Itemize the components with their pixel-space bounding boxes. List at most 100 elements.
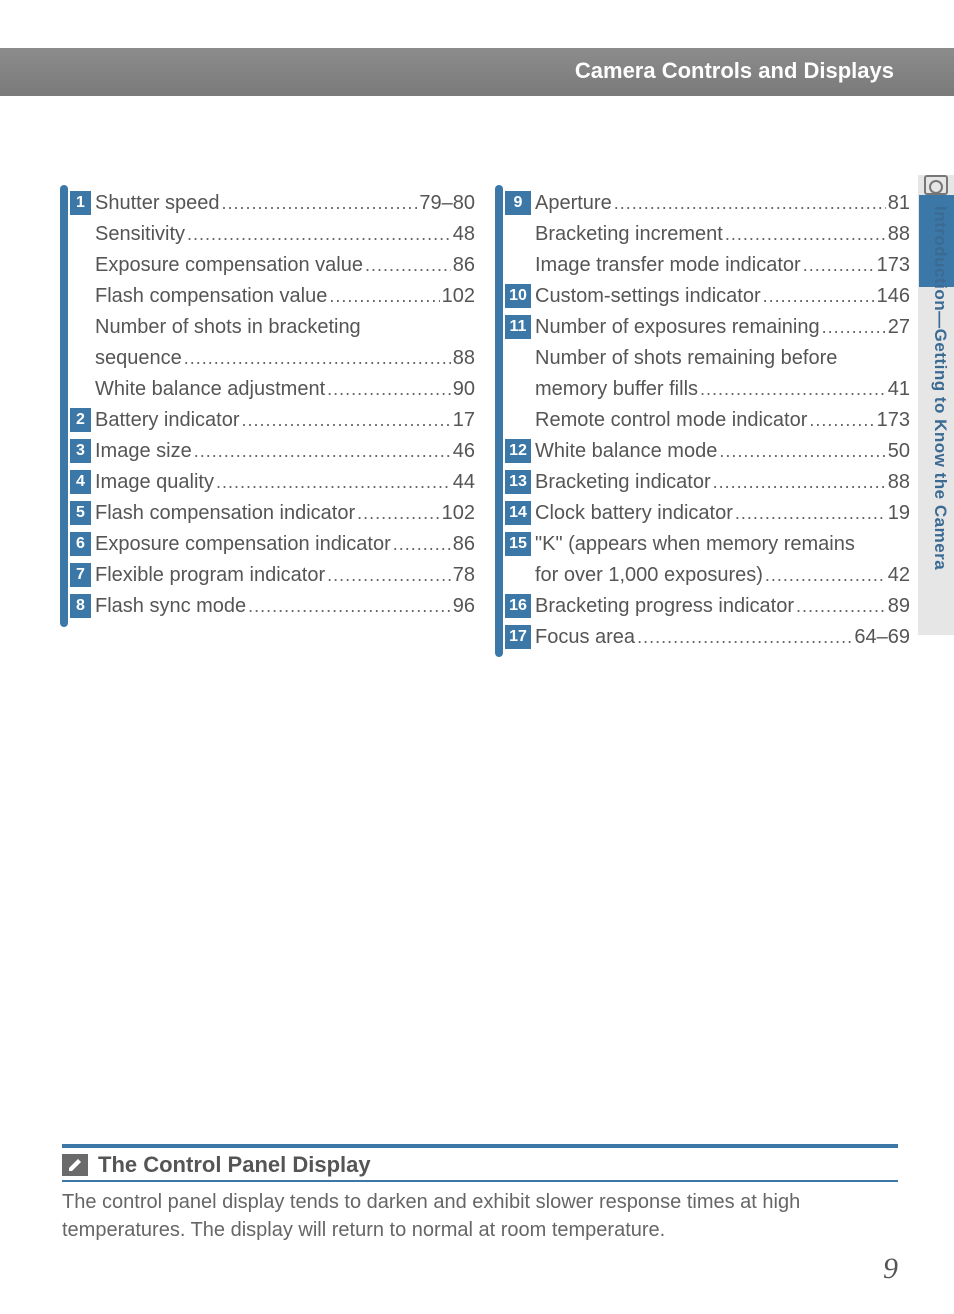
- entry-line: Remote control mode indicator 173: [535, 405, 910, 435]
- pencil-icon: [62, 1154, 88, 1176]
- entry-label: memory buffer fills: [535, 374, 698, 404]
- entry-page: 173: [875, 405, 910, 435]
- entry-leader-dots: [801, 250, 875, 280]
- entry-number: 5: [70, 501, 91, 525]
- entry-leader-dots: [325, 560, 451, 590]
- entry-label: Image transfer mode indicator: [535, 250, 801, 280]
- entry-number: 7: [70, 563, 91, 587]
- entry-leader-dots: [763, 560, 886, 590]
- toc-entry: 12White balance mode50: [505, 436, 910, 466]
- toc-entry: 14Clock battery indicator19: [505, 498, 910, 528]
- entry-leader-dots: [711, 467, 886, 497]
- entry-label: Image quality: [95, 467, 214, 497]
- entry-label: Flash compensation value: [95, 281, 327, 311]
- entry-leader-dots: [717, 436, 885, 466]
- entry-label: Flexible program indicator: [95, 560, 325, 590]
- toc-entry: for over 1,000 exposures)42: [505, 560, 910, 590]
- toc-entry: 16Bracketing progress indicator89: [505, 591, 910, 621]
- toc-left-column: 1Shutter speed79–80Sensitivity48Exposure…: [70, 188, 475, 653]
- toc-entry: Exposure compensation value86: [70, 250, 475, 280]
- entry-line: White balance adjustment 90: [95, 374, 475, 404]
- entry-number: 15: [505, 532, 531, 556]
- entry-page: 88: [451, 343, 475, 373]
- entry-page: 86: [451, 529, 475, 559]
- entry-number: 6: [70, 532, 91, 556]
- entry-line: Flash compensation value 102: [95, 281, 475, 311]
- entry-page: 19: [886, 498, 910, 528]
- entry-label: Number of shots remaining before: [535, 343, 837, 373]
- entry-page: 50: [886, 436, 910, 466]
- toc-right-column: 9Aperture81Bracketing increment88Image t…: [505, 188, 910, 653]
- toc-entry: White balance adjustment 90: [70, 374, 475, 404]
- entry-leader-dots: [220, 188, 418, 218]
- column-accent-bar: [495, 185, 503, 657]
- entry-label: sequence: [95, 343, 182, 373]
- entry-number: 10: [505, 284, 531, 308]
- entry-label: Flash compensation indicator: [95, 498, 355, 528]
- entry-page: 102: [440, 498, 475, 528]
- entry-line: Flash compensation indicator 102: [95, 498, 475, 528]
- header-bar: Camera Controls and Displays: [0, 48, 954, 96]
- camera-icon: [924, 175, 948, 195]
- header-title: Camera Controls and Displays: [575, 58, 894, 84]
- entry-label: Number of exposures remaining: [535, 312, 820, 342]
- entry-page: 96: [451, 591, 475, 621]
- side-section-label: Introduction—Getting to Know the Camera: [930, 206, 950, 570]
- note-title: The Control Panel Display: [98, 1152, 371, 1178]
- entry-leader-dots: [820, 312, 886, 342]
- entry-line: Focus area 64–69: [535, 622, 910, 652]
- entry-line: Clock battery indicator19: [535, 498, 910, 528]
- entry-line: "K" (appears when memory remains: [535, 529, 910, 559]
- entry-label: Focus area: [535, 622, 635, 652]
- entry-leader-dots: [363, 250, 451, 280]
- entry-line: Flexible program indicator 78: [95, 560, 475, 590]
- entry-leader-dots: [240, 405, 451, 435]
- toc-entry: 10Custom-settings indicator146: [505, 281, 910, 311]
- entry-number: 14: [505, 501, 531, 525]
- entry-page: 146: [875, 281, 910, 311]
- entry-leader-dots: [327, 281, 439, 311]
- entry-page: 79–80: [417, 188, 475, 218]
- entry-line: Exposure compensation indicator86: [95, 529, 475, 559]
- entry-page: 78: [451, 560, 475, 590]
- toc-entry: 13Bracketing indicator88: [505, 467, 910, 497]
- entry-line: Image size46: [95, 436, 475, 466]
- entry-page: 27: [886, 312, 910, 342]
- entry-line: Exposure compensation value86: [95, 250, 475, 280]
- entry-number: 1: [70, 191, 91, 215]
- entry-number: 4: [70, 470, 91, 494]
- entry-line: Number of shots in bracketing: [95, 312, 475, 342]
- entry-leader-dots: [723, 219, 886, 249]
- toc-entry: 17Focus area64–69: [505, 622, 910, 652]
- entry-line: Flash sync mode96: [95, 591, 475, 621]
- entry-page: 88: [886, 467, 910, 497]
- entry-line: Image transfer mode indicator173: [535, 250, 910, 280]
- note-rule: [62, 1144, 898, 1148]
- entry-label: White balance adjustment: [95, 374, 325, 404]
- entry-page: 89: [886, 591, 910, 621]
- entry-line: Custom-settings indicator146: [535, 281, 910, 311]
- toc-entry: 3Image size46: [70, 436, 475, 466]
- entry-leader-dots: [355, 498, 439, 528]
- entry-line: Bracketing indicator88: [535, 467, 910, 497]
- toc-entry: 4Image quality44: [70, 467, 475, 497]
- entry-leader-dots: [761, 281, 875, 311]
- entry-page: 17: [451, 405, 475, 435]
- entry-page: 102: [440, 281, 475, 311]
- entry-page: 90: [451, 374, 475, 404]
- note-body: The control panel display tends to darke…: [62, 1182, 898, 1244]
- toc-entry: 8Flash sync mode96: [70, 591, 475, 621]
- entry-line: White balance mode50: [535, 436, 910, 466]
- entry-leader-dots: [182, 343, 451, 373]
- entry-number: 9: [505, 191, 531, 215]
- entry-label: Remote control mode indicator: [535, 405, 807, 435]
- entry-line: Aperture81: [535, 188, 910, 218]
- entry-leader-dots: [733, 498, 886, 528]
- toc-entry: Flash compensation value 102: [70, 281, 475, 311]
- entry-page: 64–69: [852, 622, 910, 652]
- toc-entry: 11Number of exposures remaining27: [505, 312, 910, 342]
- entry-line: memory buffer fills41: [535, 374, 910, 404]
- note-box: The Control Panel Display The control pa…: [62, 1144, 898, 1244]
- toc-entry: sequence 88: [70, 343, 475, 373]
- entry-page: 88: [886, 219, 910, 249]
